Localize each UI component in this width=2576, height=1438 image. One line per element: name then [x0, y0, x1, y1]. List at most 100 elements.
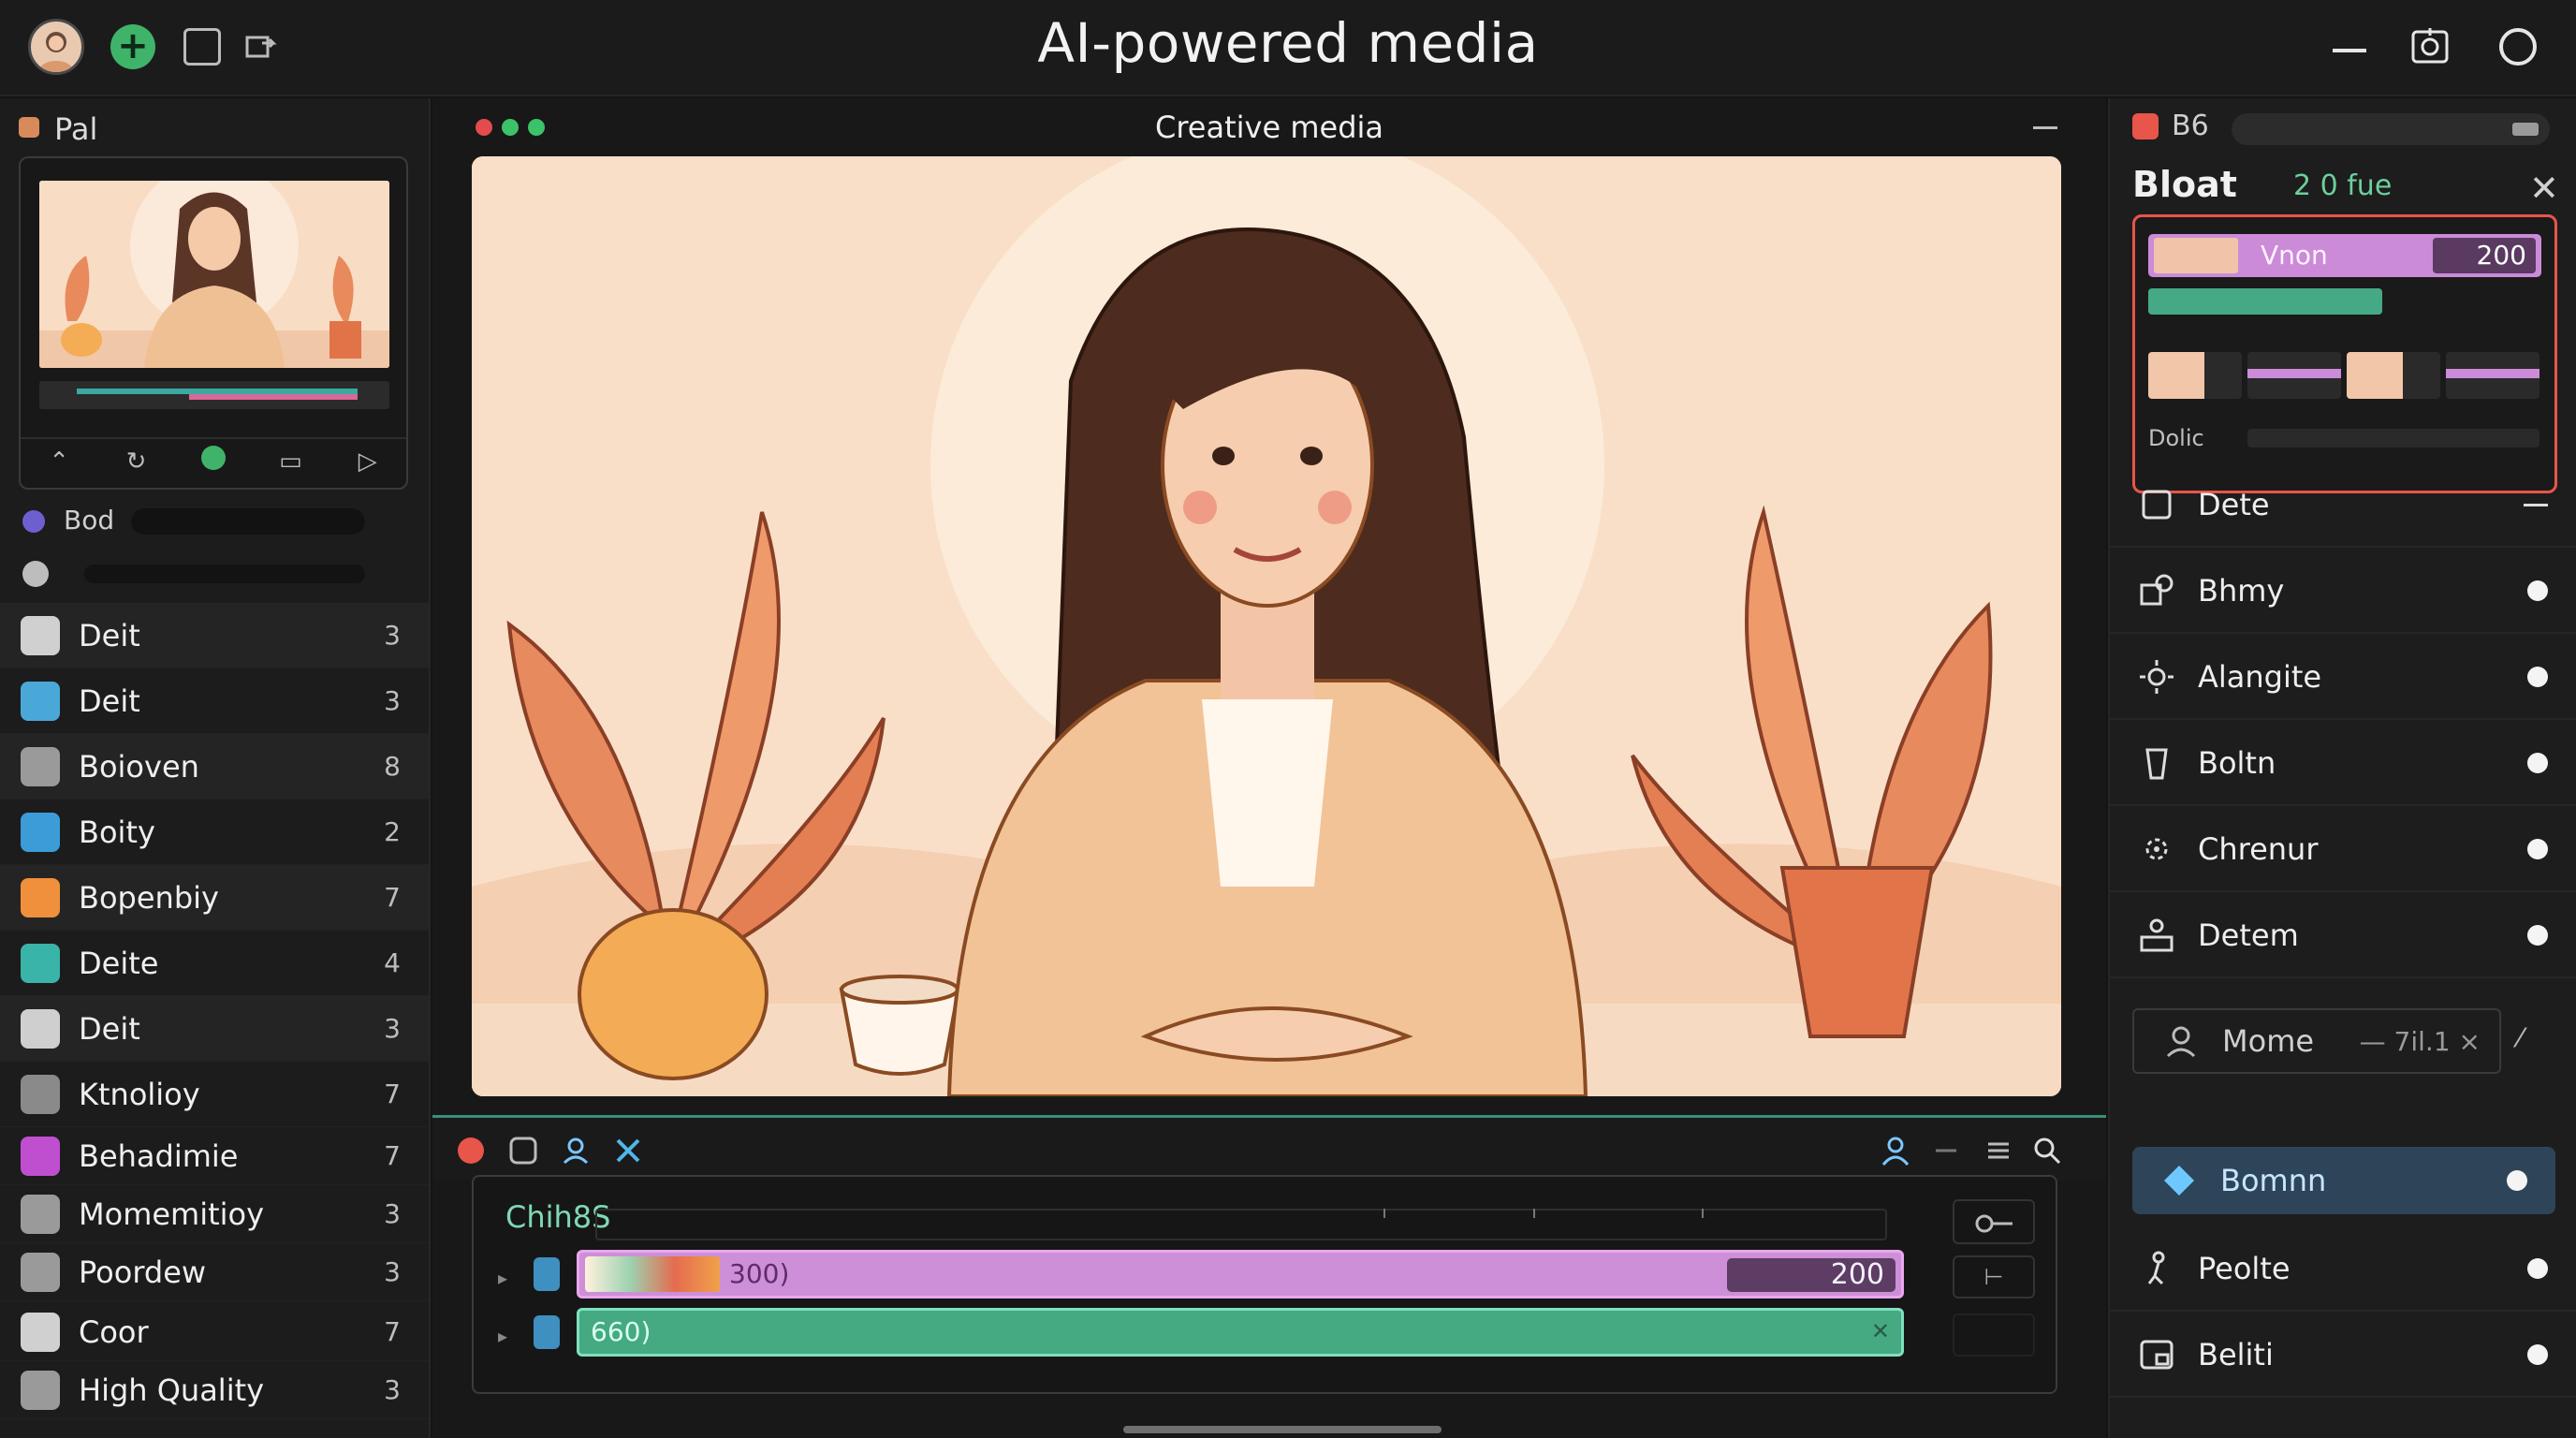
tool-menu-item[interactable]: Boltn: [2110, 722, 2576, 806]
sidebar-item[interactable]: High Quality 3: [0, 1361, 429, 1419]
thumb-3[interactable]: [2347, 352, 2440, 399]
selected-clip-card[interactable]: Vnon 200 Dolic: [2132, 214, 2557, 493]
tool-menu-item[interactable]: Detem: [2110, 894, 2576, 978]
sidebar-item[interactable]: Boioven 8: [0, 734, 429, 800]
tool-menu-item[interactable]: Bomnn: [2132, 1147, 2555, 1214]
tool-menu-label: Peolte: [2198, 1251, 2291, 1286]
audio-track[interactable]: 660) ✕: [577, 1308, 1904, 1357]
sidebar-item[interactable]: Deit 3: [0, 668, 429, 734]
sidebar-item-count: 7: [384, 1078, 401, 1109]
chevron-up-icon[interactable]: ⌃: [43, 446, 75, 477]
toggle-dot[interactable]: [2527, 580, 2548, 601]
screen-icon[interactable]: ▭: [274, 446, 306, 477]
video-track[interactable]: 300) 200: [577, 1250, 1904, 1299]
panel-subtitle: 2 0 fue: [2293, 169, 2393, 202]
expand-icon-2[interactable]: ▸: [498, 1325, 507, 1347]
cup-icon: [2136, 742, 2177, 784]
expand-icon[interactable]: ▸: [498, 1267, 507, 1289]
close-icon[interactable]: ✕: [1871, 1318, 1890, 1344]
timeline-ruler[interactable]: [595, 1209, 1887, 1240]
sidebar-item[interactable]: Behadimie 7: [0, 1127, 429, 1185]
sidebar-item-label: Poordew: [79, 1254, 207, 1290]
name-field[interactable]: Mome — 7il.1 ×: [2132, 1008, 2501, 1074]
toggle-dot[interactable]: [2527, 925, 2548, 946]
timeline-panel: Chih8S ▸ 300) 200 ⊢ ▸ 660) ✕: [472, 1175, 2057, 1394]
sidebar-item[interactable]: Poordew 3: [0, 1243, 429, 1301]
close-icon[interactable]: ✕: [2529, 168, 2559, 209]
person-search-icon[interactable]: [560, 1135, 592, 1167]
category-icon: [21, 1008, 60, 1049]
media-preview-card[interactable]: ⌃ ↻ ▭ ▷: [19, 156, 408, 490]
play-icon[interactable]: ▷: [352, 446, 384, 477]
more-icon[interactable]: [1953, 1313, 2035, 1357]
sidebar-item[interactable]: Ktnolioy 7: [0, 1062, 429, 1127]
thumb-4[interactable]: [2446, 352, 2539, 399]
category-icon: [21, 1252, 60, 1292]
cut-icon[interactable]: [612, 1135, 644, 1167]
clip-controls[interactable]: [2247, 429, 2539, 448]
field-label: Mome: [2222, 1023, 2315, 1059]
user-search-input[interactable]: [84, 565, 365, 583]
record-icon[interactable]: [198, 446, 229, 477]
search-icon[interactable]: [2031, 1135, 2063, 1167]
sidebar-item[interactable]: Deit 3: [0, 603, 429, 668]
key-icon[interactable]: [1953, 1199, 2035, 1244]
clip-track[interactable]: Vnon 200: [2148, 234, 2541, 277]
panel-search-input[interactable]: [2232, 113, 2550, 145]
clip-value: 200: [2433, 238, 2536, 273]
tool-menu-label: Beliti: [2198, 1337, 2274, 1372]
account-icon[interactable]: [1880, 1135, 1911, 1167]
tool-menu-label: Boltn: [2198, 745, 2276, 781]
toggle-dot[interactable]: [2527, 1258, 2548, 1279]
thumb-2[interactable]: [2247, 352, 2341, 399]
menu-icon[interactable]: [1983, 1135, 2014, 1167]
tool-menu-item[interactable]: Peolte: [2110, 1227, 2576, 1312]
track1-handle[interactable]: [534, 1257, 560, 1291]
sidebar-item[interactable]: Coor 7: [0, 1303, 429, 1361]
split-icon[interactable]: ⊢: [1953, 1255, 2035, 1299]
crop-icon: [2136, 484, 2177, 525]
toggle-dot[interactable]: [2527, 839, 2548, 859]
toggle-dot[interactable]: [2527, 667, 2548, 687]
search-input[interactable]: [131, 508, 365, 535]
brightness-icon: [2136, 656, 2177, 697]
clip-thumbnail: [2154, 238, 2238, 273]
clip-footer-label: Dolic: [2148, 425, 2204, 451]
sidebar-item[interactable]: Boity 2: [0, 800, 429, 865]
rotate-icon[interactable]: ↻: [121, 446, 153, 477]
edit-icon[interactable]: ⁄: [2518, 1022, 2555, 1060]
thumb-1[interactable]: [2148, 352, 2242, 399]
focus-icon: [2136, 829, 2177, 870]
preview-timeline-strip[interactable]: [39, 381, 389, 409]
sidebar-item[interactable]: Deit 3: [0, 996, 429, 1062]
minimize-button[interactable]: [2321, 19, 2378, 75]
left-sidebar: Pal ⌃ ↻ ▭ ▷ Bod Deit 3 Deit 3 Boioven 8 …: [0, 98, 431, 1438]
tool-menu-item[interactable]: Beliti: [2110, 1313, 2576, 1398]
close-window-button[interactable]: [2490, 19, 2546, 75]
tool-menu-item[interactable]: Alangite: [2110, 636, 2576, 720]
user-lock-icon: [2132, 113, 2159, 139]
sidebar-item[interactable]: Momemitioy 3: [0, 1185, 429, 1243]
user-row[interactable]: [19, 553, 412, 594]
collapse-icon[interactable]: [2033, 126, 2057, 129]
sidebar-item[interactable]: Deite 4: [0, 931, 429, 996]
tool-menu-item[interactable]: Bhmy: [2110, 550, 2576, 634]
toggle-dot[interactable]: [2527, 753, 2548, 773]
tool-menu-item[interactable]: Chrenur: [2110, 808, 2576, 892]
toggle-dot[interactable]: [2527, 1344, 2548, 1365]
tool-menu-item[interactable]: Dete: [2110, 463, 2576, 548]
category-icon: [21, 746, 60, 786]
scroll-indicator[interactable]: [1123, 1426, 1442, 1433]
sidebar-item[interactable]: Bopenbiy 7: [0, 865, 429, 931]
track2-handle[interactable]: [534, 1315, 560, 1349]
collapse-icon[interactable]: [2524, 503, 2548, 506]
heart-icon[interactable]: [455, 1135, 487, 1167]
toggle-dot[interactable]: [2507, 1170, 2527, 1191]
clip-audio-bar[interactable]: [2148, 288, 2382, 315]
field-value: — 7il.1 ×: [2359, 1025, 2481, 1057]
settings-icon[interactable]: [2402, 19, 2458, 75]
search-row[interactable]: Bod: [19, 501, 412, 542]
grid-icon[interactable]: [507, 1135, 539, 1167]
link-icon[interactable]: [1930, 1135, 1962, 1167]
media-canvas[interactable]: [472, 156, 2061, 1096]
